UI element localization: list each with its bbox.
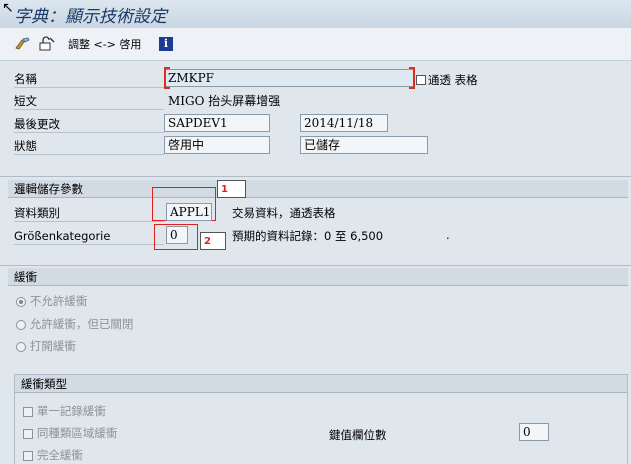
logical-storage-title: 邏輯儲存參數: [8, 180, 628, 198]
buffering-allowed-off-label: 允許緩衝，但已關閉: [29, 317, 134, 331]
buffering-on-label: 打開緩衝: [29, 339, 76, 353]
key-fields-field: 0: [519, 423, 549, 441]
size-category-label: Größenkategorie: [14, 227, 164, 245]
name-label: 名稱: [14, 70, 164, 88]
focus-bracket-left: [164, 67, 170, 89]
data-class-description: 交易資料，通透表格: [232, 206, 336, 220]
focus-bracket-right: [409, 67, 415, 89]
last-changed-user-field: SAPDEV1: [164, 114, 270, 132]
annotation-number-1: 1: [221, 184, 228, 195]
annotation-number-2: 2: [204, 236, 211, 247]
page-title: 字典：顯示技術設定: [14, 7, 167, 27]
annotation-label-1: 1: [217, 180, 246, 198]
generic-area-checkbox[interactable]: 同種類區域緩衝: [23, 425, 117, 441]
buffer-type-group: 緩衝類型 單一記錄緩衝 同種類區域緩衝 完全緩衝 鍵值欄位數 0: [14, 374, 628, 464]
buffering-title: 緩衝: [8, 268, 628, 286]
full-buffering-label: 完全緩衝: [36, 448, 83, 462]
transparent-table-checkbox[interactable]: 通透 表格: [416, 72, 478, 88]
buffering-not-allowed-radio[interactable]: 不允許緩衝: [16, 293, 87, 309]
short-text-label: 短文: [14, 92, 164, 110]
buffering-allowed-off-radio[interactable]: 允許緩衝，但已關閉: [16, 316, 133, 332]
adjust-activate-button[interactable]: 調整 <-> 啓用: [68, 34, 141, 54]
full-buffering-checkbox[interactable]: 完全緩衝: [23, 447, 83, 463]
checkbox-icon: [23, 428, 33, 439]
size-category-description: 預期的資料記錄：0 至 6,500: [232, 229, 384, 243]
checkbox-icon: [416, 75, 426, 85]
display-change-button[interactable]: [38, 34, 56, 54]
radio-icon: [16, 341, 26, 352]
transparent-table-label: 通透 表格: [428, 73, 478, 87]
logical-storage-group: 邏輯儲存參數 資料類別 APPL1 1 交易資料，通透表格 Größenkate…: [0, 176, 631, 263]
other-object-button[interactable]: [14, 34, 32, 54]
buffering-group: 緩衝 不允許緩衝 允許緩衝，但已關閉 打開緩衝 緩衝類型 單一記錄緩衝 同種類區…: [0, 265, 631, 464]
info-button[interactable]: i: [159, 34, 173, 54]
table-name-field[interactable]: ZMKPF: [164, 69, 414, 87]
generic-area-label: 同種類區域緩衝: [36, 426, 118, 440]
short-text-field: MIGO 抬头屏幕增强: [168, 94, 281, 108]
title-bar: ↖ 字典：顯示技術設定: [0, 0, 631, 28]
annotation-label-2: 2: [200, 232, 226, 250]
checkbox-icon: [23, 406, 33, 417]
stray-dot: .: [446, 228, 450, 242]
header-section: 名稱 ZMKPF 通透 表格 短文 MIGO 抬头屏幕增强 最後更改 SAPDE…: [0, 61, 631, 173]
buffer-type-title: 緩衝類型: [15, 375, 627, 393]
data-class-label: 資料類別: [14, 204, 164, 222]
buffering-on-radio[interactable]: 打開緩衝: [16, 338, 76, 354]
last-changed-label: 最後更改: [14, 115, 164, 133]
size-category-field[interactable]: 0: [166, 226, 188, 244]
adjust-activate-label: 調整 <-> 啓用: [68, 38, 142, 51]
status-saved-field: 已儲存: [300, 136, 428, 154]
data-class-field[interactable]: APPL1: [166, 203, 212, 221]
single-record-label: 單一記錄緩衝: [36, 404, 106, 418]
last-changed-date-field: 2014/11/18: [300, 114, 388, 132]
display-change-icon: [39, 36, 55, 51]
status-label: 狀態: [14, 137, 164, 155]
radio-icon: [16, 319, 26, 330]
mouse-cursor-icon: ↖: [2, 0, 14, 16]
application-toolbar: 調整 <-> 啓用 i: [0, 28, 631, 61]
key-fields-label: 鍵值欄位數: [329, 428, 387, 442]
buffering-not-allowed-label: 不允許緩衝: [29, 294, 88, 308]
status-active-field: 啓用中: [164, 136, 270, 154]
checkbox-icon: [23, 450, 33, 461]
glasses-icon: [15, 37, 30, 50]
single-record-checkbox[interactable]: 單一記錄緩衝: [23, 403, 106, 419]
info-icon: i: [159, 37, 173, 51]
radio-selected-icon: [16, 296, 26, 307]
